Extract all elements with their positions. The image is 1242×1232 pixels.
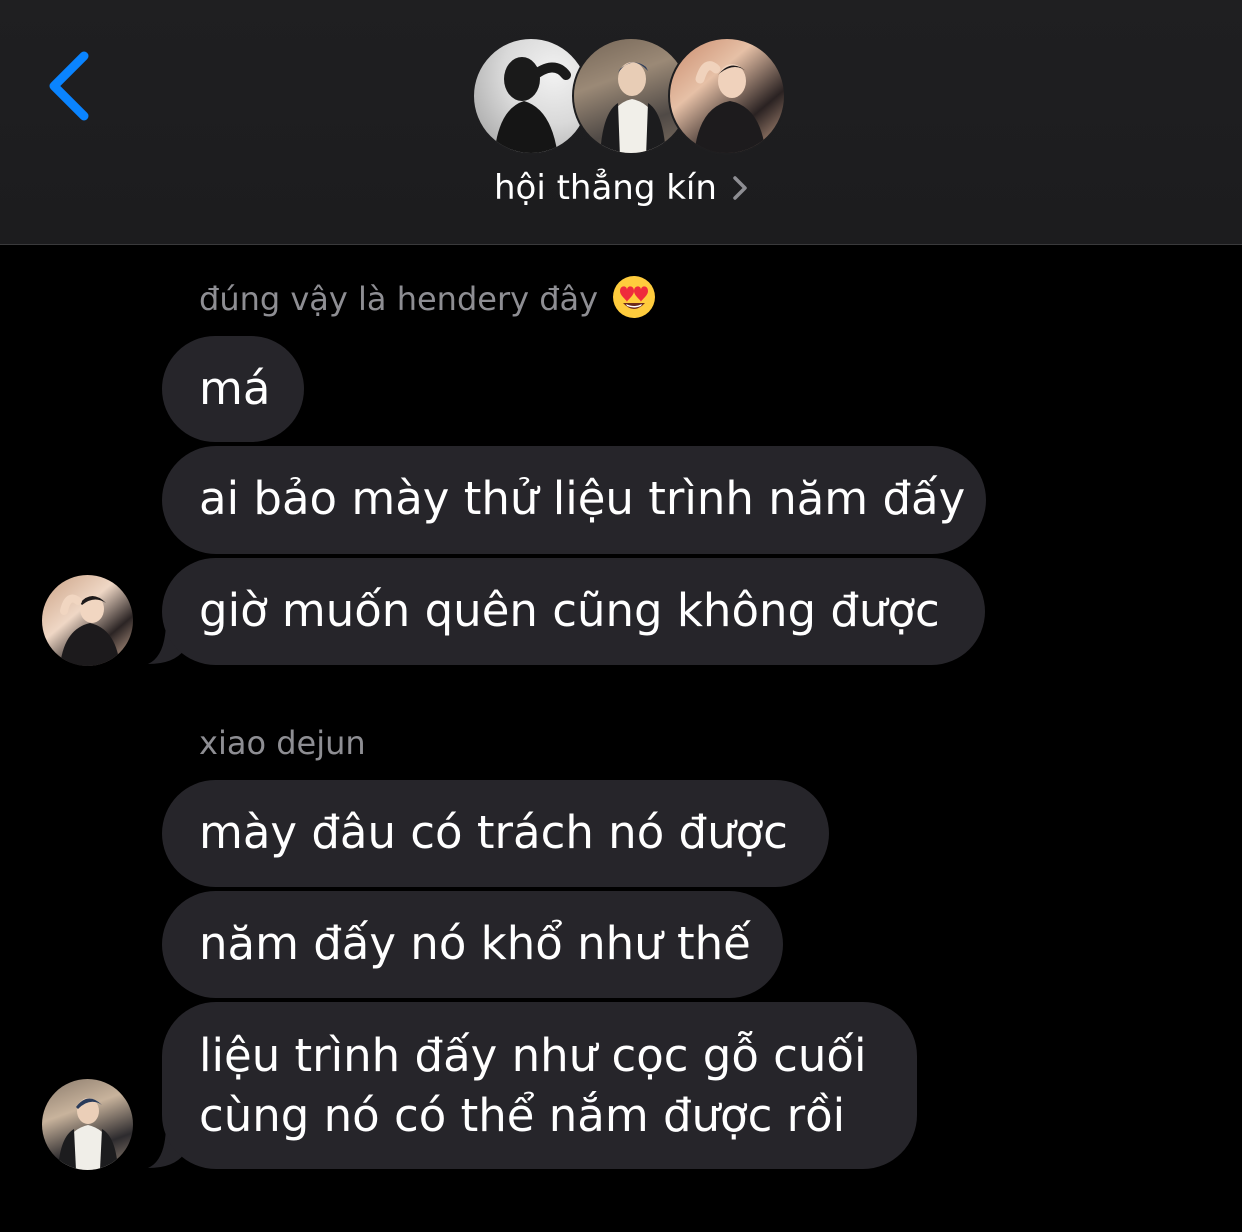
avatar[interactable] <box>42 1079 133 1170</box>
back-button[interactable] <box>40 44 110 128</box>
message-bubble[interactable]: năm đấy nó khổ như thế <box>162 891 783 998</box>
sender-name: xiao dejun <box>199 724 366 762</box>
group-title-button[interactable]: hội thẳng kín <box>0 168 1242 216</box>
chevron-left-icon <box>49 51 89 121</box>
message-text: mày đâu có trách nó được <box>199 806 788 859</box>
message-bubble[interactable]: ai bảo mày thử liệu trình năm đấy <box>162 446 986 554</box>
chat-header: hội thẳng kín <box>0 0 1242 245</box>
message-text: má <box>199 362 271 415</box>
message-text: giờ muốn quên cũng không được <box>199 584 940 637</box>
heart-eyes-emoji <box>613 276 656 318</box>
group-title: hội thẳng kín <box>493 168 717 208</box>
group-avatar-stack[interactable] <box>472 37 786 159</box>
sender-name: đúng vậy là hendery đây <box>199 276 656 319</box>
message-text: năm đấy nó khổ như thế <box>199 917 751 970</box>
sender-name-text: xiao dejun <box>199 724 366 762</box>
message-text: liệu trình đấy như cọc gỗ cuối cùng nó c… <box>199 1029 867 1142</box>
message-bubble[interactable]: mày đâu có trách nó được <box>162 780 829 887</box>
avatar[interactable] <box>42 575 133 666</box>
message-bubble[interactable]: liệu trình đấy như cọc gỗ cuối cùng nó c… <box>162 1002 917 1169</box>
message-text: ai bảo mày thử liệu trình năm đấy <box>199 472 966 525</box>
sender-name-text: đúng vậy là hendery đây <box>199 280 599 318</box>
chevron-right-icon <box>733 176 747 200</box>
group-avatar-3 <box>668 37 786 155</box>
message-bubble[interactable]: giờ muốn quên cũng không được <box>162 558 985 665</box>
message-bubble[interactable]: má <box>162 336 304 442</box>
